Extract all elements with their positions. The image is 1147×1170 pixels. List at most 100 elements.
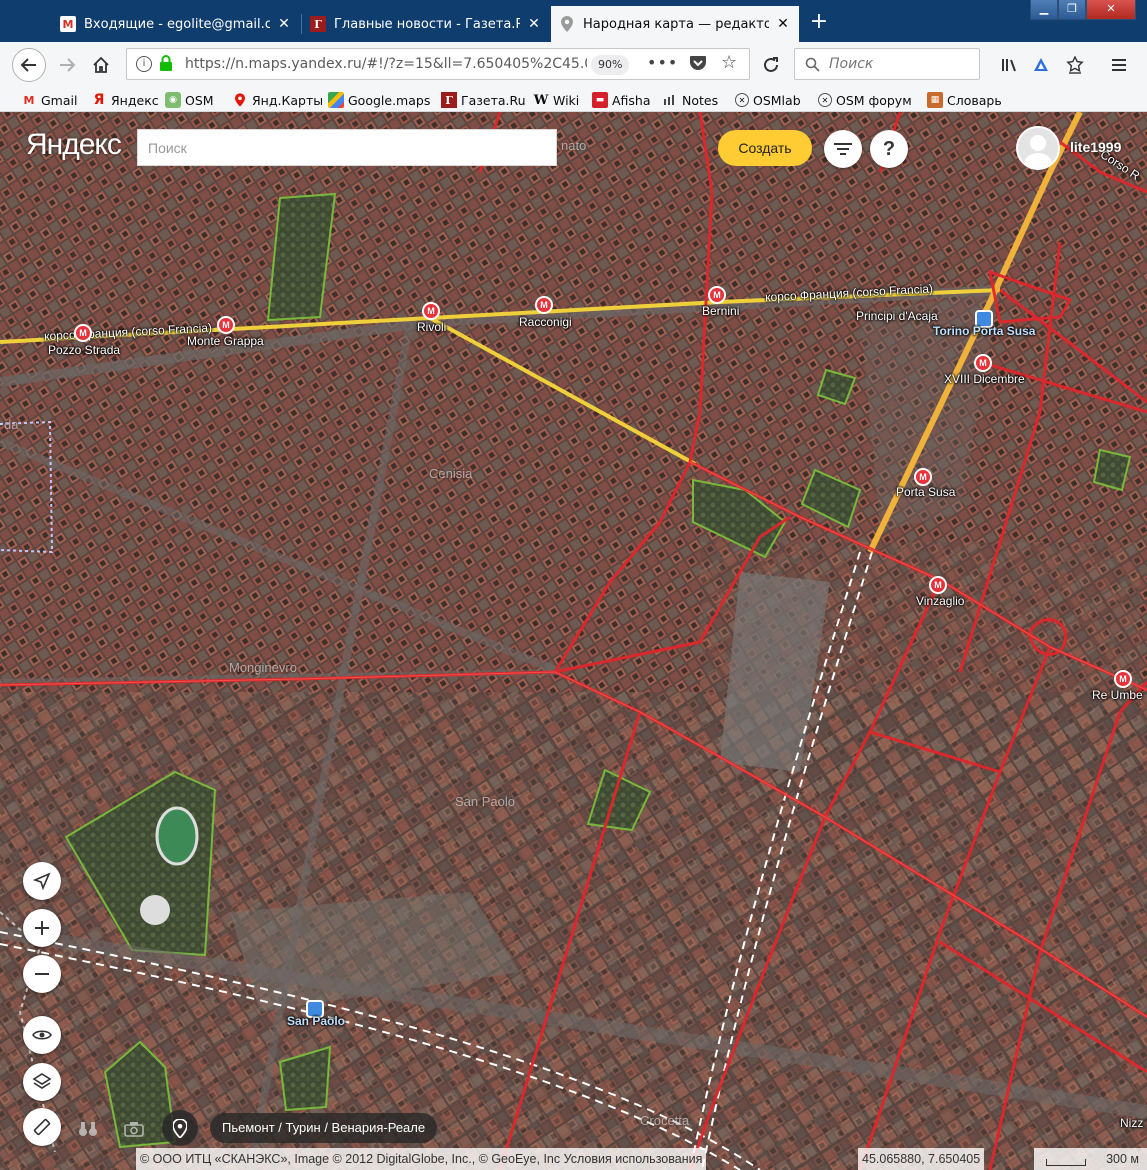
metro-label-vinzaglio: Vinzaglio [916,594,965,608]
station-label-san-paolo: San Paolo [287,1014,346,1028]
district-label-monginevro: Monginevro [229,660,297,675]
bookmark-yandex[interactable]: Я Яндекс [91,91,159,109]
tab-title: Главные новости - Газета.Ru [334,16,520,32]
help-button[interactable]: ? [870,130,908,168]
bookmark-gazeta[interactable]: Г Газета.Ru [441,91,526,109]
eye-icon [32,1030,52,1040]
bookmark-label: OSM форум [836,92,912,108]
zoom-indicator[interactable]: 90% [591,55,630,75]
yandex-logo[interactable]: Яндекс [26,128,122,162]
back-button[interactable] [12,48,46,82]
close-icon[interactable]: ✕ [775,16,791,32]
new-tab-button[interactable]: + [806,8,832,36]
layers-menu-button[interactable] [824,130,862,168]
metro-label-monte-grappa: Monte Grappa [187,334,264,348]
close-icon[interactable]: ✕ [276,16,292,32]
satellite-imagery [0,112,1147,1170]
tab-yandex-map[interactable]: Народная карта — редактор Яндекса ✕ [551,6,799,42]
ruler-button[interactable] [23,1108,61,1146]
window-close-button[interactable]: ✕ [1086,0,1136,20]
geolocation-button[interactable] [23,862,61,900]
bookmark-wiki[interactable]: W Wiki [533,91,580,109]
map-canvas[interactable]: nato Cenisia Monginevro San Paolo Crocet… [0,112,1147,1170]
wiki-icon: W [533,92,549,108]
minimize-button[interactable]: ▁ [1030,0,1058,20]
bookmark-notes[interactable]: Notes [662,91,718,109]
bookmark-yandex-maps[interactable]: Янд.Карты [232,91,323,109]
library-button[interactable] [994,51,1024,79]
zoom-out-button[interactable] [23,955,61,993]
tab-title: Народная карта — редактор Яндекса [583,16,769,32]
address-bar[interactable]: i https://n.maps.yandex.ru/#!/?z=15&ll=7… [126,48,750,80]
bookmark-google-maps[interactable]: Google.maps [328,91,430,109]
filter-lines-icon [834,143,852,155]
afisha-icon: ▬ [592,92,608,108]
menu-button[interactable] [1104,51,1134,79]
metro-label-principi-d-acaja: Principi d'Acaja [856,309,938,323]
zoom-in-button[interactable] [23,909,61,947]
url-text[interactable]: https://n.maps.yandex.ru/#!/?z=15&ll=7.6… [185,56,587,72]
tab-gmail[interactable]: M Входящие - egolite@gmail.com ✕ [52,6,300,42]
arrow-left-icon [20,58,36,72]
sync-button[interactable] [1026,51,1056,79]
extension-button[interactable] [1060,51,1090,79]
forward-button[interactable] [52,51,82,79]
coordinates-readout: 45.065880, 7.650405 [858,1148,985,1170]
district-label-edge: da [4,417,19,432]
info-icon[interactable]: i [136,56,152,72]
map-search-input[interactable] [138,130,556,165]
metro-marker-pozzo-strada[interactable]: M [74,324,92,342]
browser-search-field[interactable]: Поиск [794,48,980,80]
layers-button[interactable] [23,1063,61,1101]
tab-title: Входящие - egolite@gmail.com [84,16,270,32]
terms-link[interactable]: Условия использования [564,1152,703,1166]
ruler-icon [33,1118,51,1136]
avatar[interactable] [1016,126,1060,170]
metro-marker-vinzaglio[interactable]: M [929,576,947,594]
map-search-field[interactable] [137,129,557,166]
notes-icon [662,92,678,108]
plus-icon [35,921,49,935]
bookmark-gmail[interactable]: M Gmail [21,91,78,109]
close-icon[interactable]: ✕ [526,16,542,32]
gmail-icon: M [60,16,76,32]
bookmark-osm-forum[interactable]: ✕ OSM форум [818,91,912,109]
metro-marker-re-umberto[interactable]: M [1114,670,1132,688]
metro-marker-monte-grappa[interactable]: M [217,316,235,334]
metro-marker-xviii-dicembre[interactable]: M [974,354,992,372]
search-placeholder: Поиск [829,56,874,72]
page-actions-icon[interactable]: ••• [647,53,678,72]
camera-icon[interactable] [120,1115,148,1143]
attribution-bar: © ООО ИТЦ «СКАНЭКС», Image © 2012 Digita… [136,1148,1147,1170]
bookmark-label: Янд.Карты [252,92,324,108]
breadcrumb[interactable]: Пьемонт / Турин / Венария-Реале [210,1113,438,1143]
bookmark-dictionary[interactable]: ▦ Словарь [927,91,1002,109]
map-pin-icon [232,92,248,108]
home-button[interactable] [86,51,116,79]
bookmark-star-icon[interactable]: ☆ [721,52,737,73]
bookmark-label: Afisha [612,92,651,108]
bookmark-label: Словарь [947,92,1002,108]
metro-marker-porta-susa[interactable]: M [914,468,932,486]
scale-label: 300 м [1106,1152,1139,1166]
panorama-binoculars-icon[interactable] [74,1115,102,1143]
reload-button[interactable] [756,51,786,79]
location-pin-button[interactable] [162,1110,198,1146]
user-silhouette-icon [1023,135,1053,168]
bookmark-label: Gmail [41,92,78,108]
username[interactable]: lite1999 [1070,139,1121,155]
view-toggle-button[interactable] [23,1016,61,1054]
bookmark-afisha[interactable]: ▬ Afisha [592,91,651,109]
create-button[interactable]: Создать [718,130,812,166]
pocket-icon[interactable] [689,55,707,76]
globe-icon: ✕ [818,93,832,107]
metro-marker-racconigi[interactable]: M [535,296,553,314]
metro-marker-bernini[interactable]: M [708,286,726,304]
home-icon [93,56,109,73]
metro-marker-rivoli[interactable]: M [422,302,440,320]
tab-bar: M Входящие - egolite@gmail.com ✕ Г Главн… [0,0,1147,42]
bookmark-osmlab[interactable]: ✕ OSMlab [735,91,801,109]
maximize-button[interactable]: ❐ [1058,0,1086,20]
tab-gazeta[interactable]: Г Главные новости - Газета.Ru ✕ [302,6,550,42]
bookmark-osm[interactable]: ◉ OSM [165,91,214,109]
